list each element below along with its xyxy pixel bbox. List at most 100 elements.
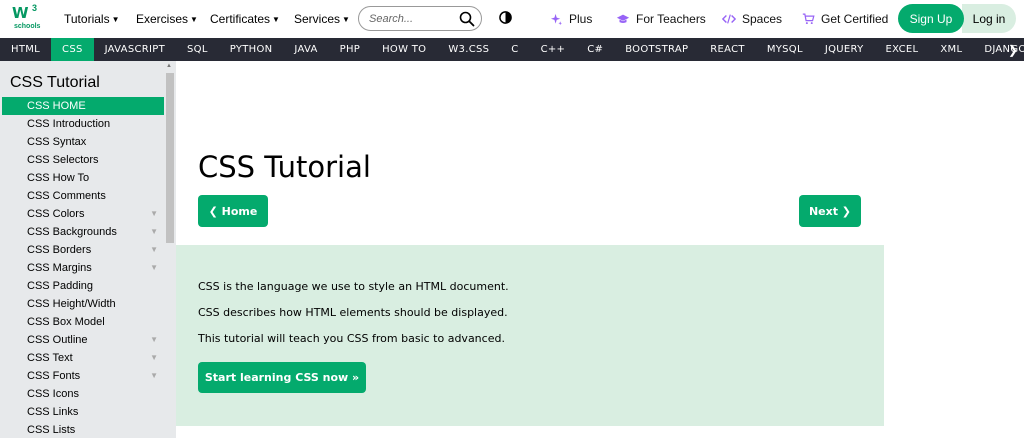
lang-tab-sql[interactable]: SQL — [176, 38, 219, 61]
expand-arrow-icon[interactable]: ▼ — [150, 205, 158, 223]
sidebar-item[interactable]: CSS Height/Width — [2, 295, 164, 313]
sign-up-button[interactable]: Sign Up — [898, 4, 964, 33]
sidebar-item-label: CSS Introduction — [27, 118, 111, 130]
theme-toggle-icon[interactable] — [499, 11, 512, 24]
sidebar-item[interactable]: CSS Comments — [2, 187, 164, 205]
sidebar-item[interactable]: CSS Outline ▼ — [2, 331, 164, 349]
sidebar-item[interactable]: CSS Selectors — [2, 151, 164, 169]
sidebar-item[interactable]: CSS Box Model — [2, 313, 164, 331]
lang-tab-html[interactable]: HTML — [0, 38, 51, 61]
certificates-label: Certificates — [210, 12, 271, 26]
log-in-button[interactable]: Log in — [962, 4, 1016, 33]
lang-tab-c-[interactable]: C++ — [530, 38, 577, 61]
expand-arrow-icon[interactable]: ▼ — [150, 241, 158, 259]
lang-tab-java[interactable]: JAVA — [283, 38, 328, 61]
sidebar-item-label: CSS Box Model — [27, 316, 105, 328]
graduation-cap-icon — [616, 14, 630, 23]
sidebar-item-label: CSS Text — [27, 352, 73, 364]
lang-tab-c[interactable]: C — [500, 38, 529, 61]
w3schools-logo[interactable]: W 3 schools — [10, 3, 42, 34]
caret-down-icon: ▼ — [342, 14, 350, 24]
lang-tab-xml[interactable]: XML — [929, 38, 973, 61]
sidebar-item-label: CSS HOME — [27, 100, 86, 112]
sidebar-item[interactable]: CSS Fonts ▼ — [2, 367, 164, 385]
lang-tab-c-[interactable]: C# — [576, 38, 614, 61]
search-box[interactable] — [358, 6, 482, 31]
lang-tab-excel[interactable]: EXCEL — [875, 38, 930, 61]
sidebar-item[interactable]: CSS Text ▼ — [2, 349, 164, 367]
sidebar-item-label: CSS Borders — [27, 244, 92, 256]
for-teachers-link[interactable]: For Teachers — [616, 0, 706, 38]
intro-line: CSS is the language we use to style an H… — [198, 280, 509, 293]
lang-tab-python[interactable]: PYTHON — [219, 38, 284, 61]
start-learning-button[interactable]: Start learning CSS now » — [198, 362, 366, 393]
services-menu[interactable]: Services ▼ — [294, 0, 350, 38]
caret-down-icon: ▼ — [111, 14, 120, 24]
expand-arrow-icon[interactable]: ▼ — [150, 349, 158, 367]
home-button[interactable]: ❮ Home — [198, 195, 268, 227]
spaces-label: Spaces — [742, 12, 783, 26]
sidebar-item[interactable]: CSS Margins ▼ — [2, 259, 164, 277]
sidebar-title: CSS Tutorial — [10, 74, 100, 91]
sidebar-item-label: CSS Links — [27, 406, 79, 418]
caret-down-icon: ▼ — [272, 14, 280, 24]
intro-line: This tutorial will teach you CSS from ba… — [198, 332, 505, 345]
exercises-menu[interactable]: Exercises ▼ — [136, 0, 198, 38]
lang-tab-javascript[interactable]: JAVASCRIPT — [94, 38, 176, 61]
search-icon[interactable] — [459, 11, 475, 27]
sidebar-item[interactable]: CSS Padding — [2, 277, 164, 295]
for-teachers-label: For Teachers — [636, 12, 706, 26]
sidebar-item-label: CSS Margins — [27, 262, 92, 274]
sidebar-item[interactable]: CSS HOME — [2, 97, 164, 115]
sidebar-item-label: CSS Outline — [27, 334, 88, 346]
exercises-label: Exercises — [136, 12, 189, 26]
lang-tab-w3-css[interactable]: W3.CSS — [437, 38, 500, 61]
expand-arrow-icon[interactable]: ▼ — [150, 367, 158, 385]
lang-tab-bootstrap[interactable]: BOOTSTRAP — [614, 38, 699, 61]
sidebar-item[interactable]: CSS Borders ▼ — [2, 241, 164, 259]
sidebar-list: CSS HOME CSS Introduction CSS Syntax CSS Se… — [2, 97, 164, 438]
tutorials-menu[interactable]: Tutorials ▼ — [64, 0, 120, 38]
sidebar-item[interactable]: CSS Introduction — [2, 115, 164, 133]
services-label: Services — [294, 12, 341, 26]
sidebar-item[interactable]: CSS Icons — [2, 385, 164, 403]
search-input[interactable] — [369, 11, 459, 27]
logo-superscript: 3 — [32, 3, 38, 13]
plus-label: Plus — [569, 12, 593, 26]
sidebar-item[interactable]: CSS Links — [2, 403, 164, 421]
lang-tab-how-to[interactable]: HOW TO — [371, 38, 437, 61]
code-icon — [722, 14, 736, 24]
lang-tab-php[interactable]: PHP — [329, 38, 371, 61]
certificates-menu[interactable]: Certificates ▼ — [210, 0, 280, 38]
lang-tab-jquery[interactable]: JQUERY — [814, 38, 875, 61]
sidebar-item[interactable]: CSS How To — [2, 169, 164, 187]
sidebar-item[interactable]: CSS Syntax — [2, 133, 164, 151]
expand-arrow-icon[interactable]: ▼ — [150, 259, 158, 277]
sidebar-item-label: CSS Backgrounds — [27, 226, 117, 238]
language-nav-bar: HTML CSS JAVASCRIPT SQL PYTHON JAVA PHP HOW TO W… — [0, 38, 1024, 61]
sidebar-item[interactable]: CSS Backgrounds ▼ — [2, 223, 164, 241]
get-certified-link[interactable]: Get Certified — [802, 0, 888, 38]
chevron-right-icon[interactable]: ❯ — [1008, 38, 1018, 61]
next-button[interactable]: Next ❯ — [799, 195, 861, 227]
sidebar-item-label: CSS Padding — [27, 280, 94, 292]
tutorials-label: Tutorials — [64, 12, 110, 26]
expand-arrow-icon[interactable]: ▼ — [150, 223, 158, 241]
sidebar-item-label: CSS Icons — [27, 388, 79, 400]
plus-link[interactable]: Plus — [550, 0, 592, 38]
sidebar-item[interactable]: CSS Colors ▼ — [2, 205, 164, 223]
intro-line: CSS describes how HTML elements should b… — [198, 306, 508, 319]
cart-icon — [802, 13, 815, 25]
sidebar-item[interactable]: CSS Lists — [2, 421, 164, 438]
expand-arrow-icon[interactable]: ▼ — [150, 331, 158, 349]
sidebar-item-label: CSS Height/Width — [27, 298, 116, 310]
sidebar-scrollbar-thumb[interactable] — [166, 73, 174, 243]
logo-subtext: schools — [14, 23, 41, 30]
intro-panel: CSS is the language we use to style an H… — [176, 245, 884, 426]
scroll-up-arrow-icon[interactable]: ▲ — [166, 63, 172, 69]
lang-tab-react[interactable]: REACT — [699, 38, 756, 61]
caret-down-icon: ▼ — [190, 14, 198, 24]
spaces-link[interactable]: Spaces — [722, 0, 782, 38]
lang-tab-css[interactable]: CSS — [51, 38, 94, 61]
lang-tab-mysql[interactable]: MYSQL — [756, 38, 814, 61]
